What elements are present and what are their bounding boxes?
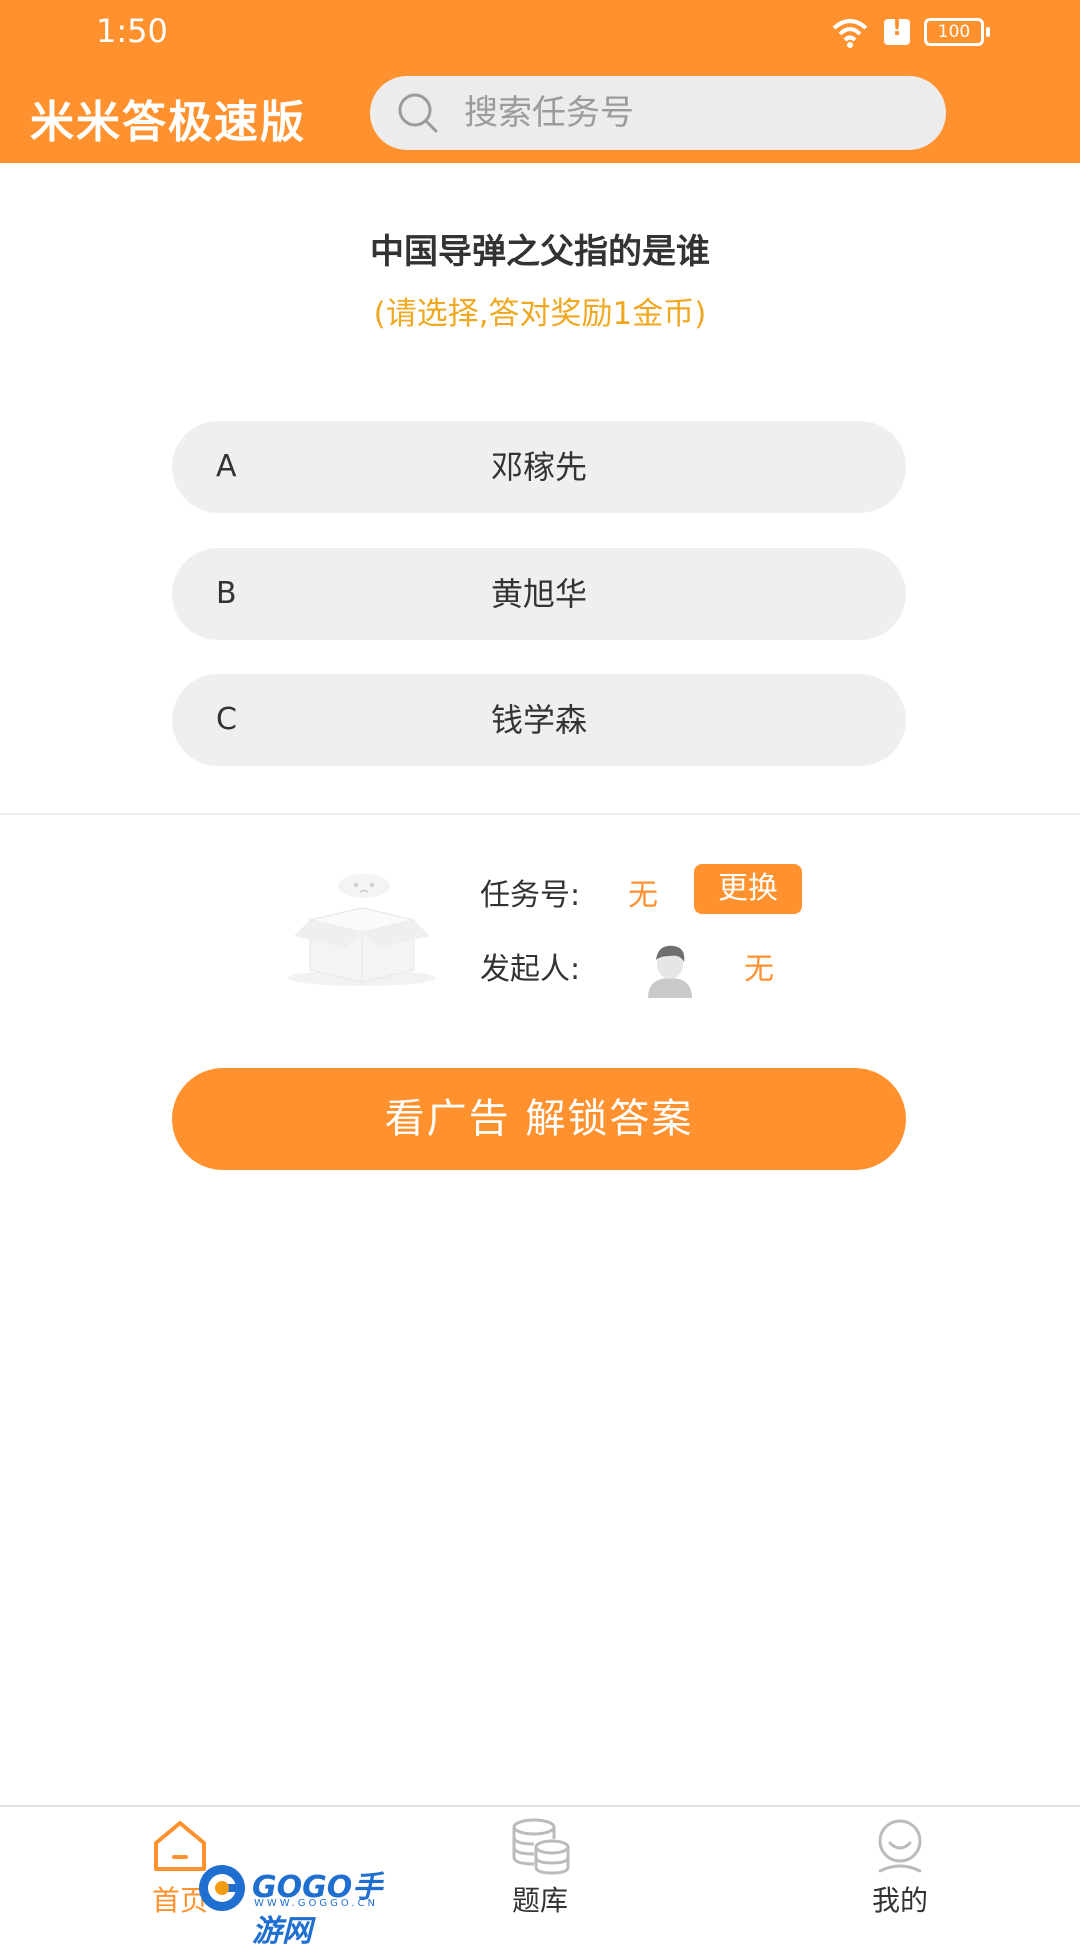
status-icons: ! 100 (830, 12, 990, 52)
option-text: 钱学森 (490, 701, 587, 739)
search-box[interactable] (370, 76, 946, 150)
profile-icon (878, 1819, 922, 1873)
battery-level: 100 (937, 22, 971, 42)
option-text: 邓稼先 (490, 448, 587, 486)
search-icon (398, 93, 438, 133)
app-header: 1:50 ! 100 米米答极速版 (0, 0, 1080, 163)
option-text: 黄旭华 (490, 575, 587, 613)
status-time: 1:50 (96, 12, 168, 50)
battery-icon: 100 (924, 18, 990, 46)
task-number-value: 无 (628, 878, 658, 913)
nav-question-bank[interactable]: 题库 (460, 1807, 620, 1922)
empty-box-illustration (288, 874, 436, 986)
nav-profile[interactable]: 我的 (820, 1807, 980, 1922)
watch-ad-unlock-button[interactable]: 看广告 解锁答案 (172, 1068, 906, 1170)
nav-label: 题库 (511, 1884, 568, 1917)
bottom-nav: 首页 题库 我的 (0, 1805, 1080, 1922)
watermark-icon (199, 1865, 245, 1911)
option-c[interactable]: C 钱学森 (172, 674, 906, 766)
divider (0, 813, 1080, 815)
nav-label: 我的 (871, 1884, 928, 1917)
option-b[interactable]: B 黄旭华 (172, 548, 906, 640)
wifi-icon (832, 19, 868, 48)
question-text: 中国导弹之父指的是谁 (370, 232, 710, 272)
change-button[interactable]: 更换 (694, 864, 802, 914)
initiator-value: 无 (744, 952, 774, 987)
task-number-label: 任务号: (480, 878, 581, 913)
search-input[interactable] (462, 92, 906, 134)
alert-icon: ! (884, 16, 910, 45)
option-a[interactable]: A 邓稼先 (172, 421, 906, 513)
app-title: 米米答极速版 (30, 97, 306, 148)
question-hint: (请选择,答对奖励1金币) (373, 296, 707, 332)
watermark-logo: GOGO手游网 WWW.GOGGO.CN (196, 1862, 410, 1949)
avatar (648, 945, 692, 998)
initiator-label: 发起人: (480, 952, 581, 987)
watermark-sub: WWW.GOGGO.CN (254, 1898, 378, 1909)
database-icon (512, 1818, 570, 1875)
